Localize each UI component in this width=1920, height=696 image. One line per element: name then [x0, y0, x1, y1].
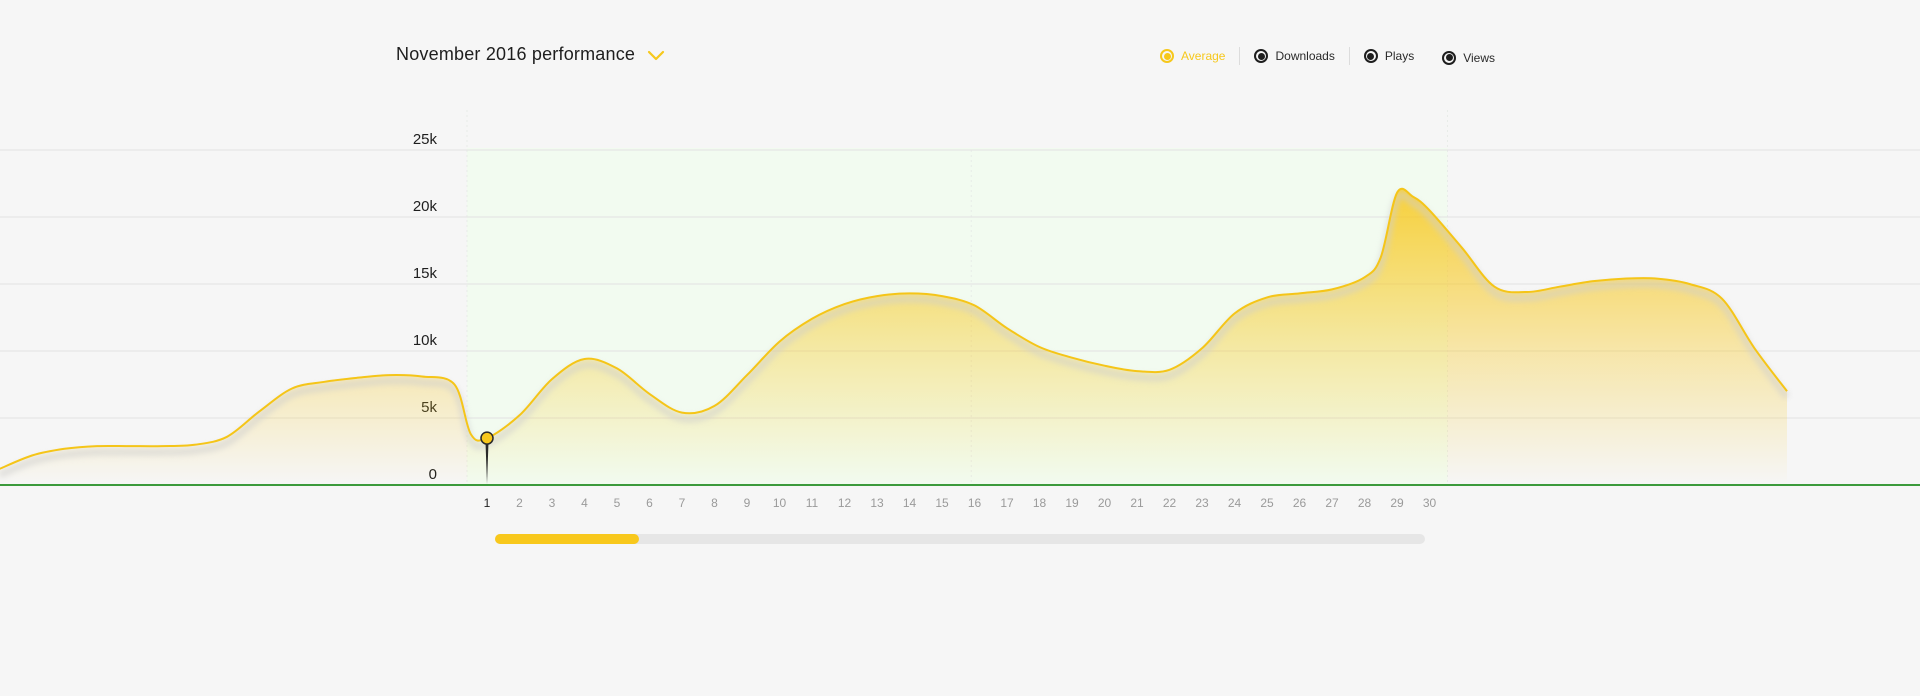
y-tick-label: 10k: [413, 332, 438, 349]
x-tick-label: 25: [1260, 496, 1274, 510]
x-tick-label: 23: [1195, 496, 1209, 510]
x-tick-label: 22: [1163, 496, 1177, 510]
x-tick-label: 16: [968, 496, 982, 510]
x-tick-label: 20: [1098, 496, 1112, 510]
x-tick-label: 4: [581, 496, 588, 510]
x-tick-label: 6: [646, 496, 653, 510]
area-chart: 05k10k15k20k25k1234567891011121314151617…: [0, 110, 1920, 510]
x-tick-label: 2: [516, 496, 523, 510]
x-tick-label: 21: [1130, 496, 1144, 510]
scrollbar-thumb[interactable]: [495, 534, 640, 544]
x-tick-label: 3: [549, 496, 556, 510]
selected-point-marker: [480, 431, 494, 445]
x-tick-label: 7: [679, 496, 686, 510]
x-tick-label: 28: [1358, 496, 1372, 510]
x-tick-label: 19: [1065, 496, 1079, 510]
x-tick-label: 29: [1390, 496, 1404, 510]
x-tick-label: 30: [1423, 496, 1437, 510]
x-tick-label: 27: [1325, 496, 1339, 510]
x-tick-label: 15: [935, 496, 949, 510]
x-tick-label: 5: [614, 496, 621, 510]
x-tick-label: 10: [773, 496, 787, 510]
x-tick-label: 9: [744, 496, 751, 510]
x-tick-label: 12: [838, 496, 852, 510]
x-tick-label: 17: [1000, 496, 1014, 510]
x-tick-label: 18: [1033, 496, 1047, 510]
x-tick-label: 8: [711, 496, 718, 510]
performance-chart-page: November 2016 performance Average Downlo…: [0, 0, 1920, 696]
x-tick-label: 11: [806, 496, 819, 510]
x-tick-label: 14: [903, 496, 917, 510]
y-tick-label: 25k: [413, 131, 438, 148]
chart-scrollbar[interactable]: [495, 534, 1425, 544]
x-tick-label: 13: [870, 496, 884, 510]
x-tick-label: 26: [1293, 496, 1307, 510]
x-tick-label: 24: [1228, 496, 1242, 510]
y-tick-label: 15k: [413, 265, 438, 282]
y-tick-label: 20k: [413, 198, 438, 215]
x-tick-label: 1: [484, 496, 491, 510]
